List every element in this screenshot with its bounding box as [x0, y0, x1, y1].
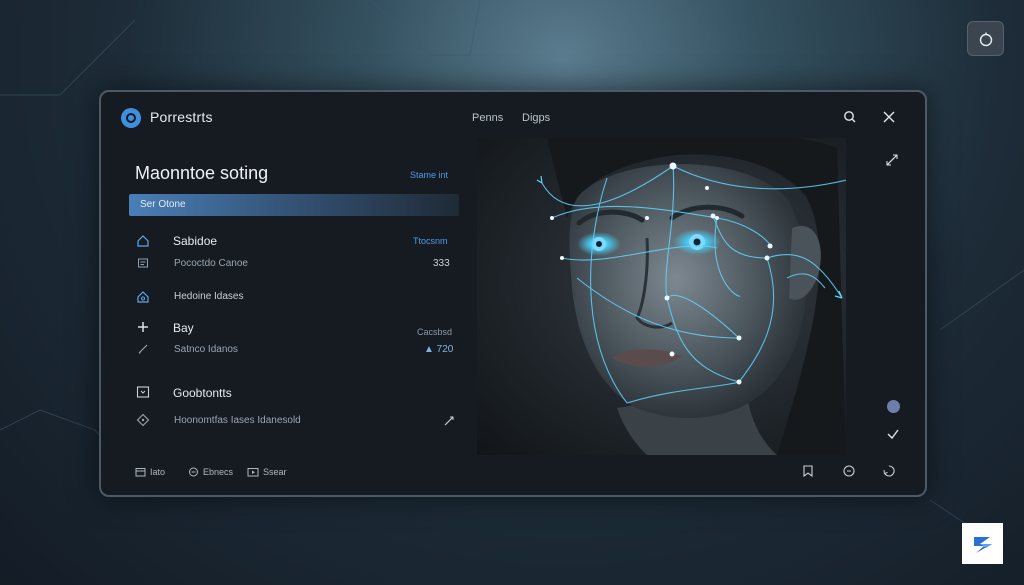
calendar-icon	[135, 468, 146, 477]
title-bar: Porrestrts Penns Digps	[101, 92, 925, 138]
logo-icon	[121, 108, 141, 128]
group-sabidoe-link[interactable]: Ttocsnm	[413, 236, 448, 246]
check-icon[interactable]	[885, 426, 901, 442]
group-sabidoe-sub-label: Pococtdo Canoe	[174, 258, 248, 269]
bottom-tab-ssear[interactable]: Ssear	[247, 467, 287, 477]
bottom-tab-ebnecs-label: Ebnecs	[203, 467, 234, 477]
group-sabidoe-sub-value: 333	[433, 258, 450, 269]
recycle-icon[interactable]	[881, 463, 897, 479]
section-title: Maonntoe soting	[135, 163, 269, 183]
circle-toggle-icon	[979, 32, 992, 46]
expand-icon[interactable]	[884, 152, 900, 168]
close-icon[interactable]	[880, 108, 898, 126]
group-goobtontts-sub-label: Hoonomtfas Iases Idanesold	[174, 415, 301, 426]
nav-item-penns[interactable]: Penns	[472, 112, 503, 124]
bottom-tab-ebnecs[interactable]: Ebnecs	[188, 467, 233, 477]
search-input[interactable]: Ser Otone	[129, 194, 459, 216]
home-icon	[136, 290, 150, 304]
link-icon	[189, 467, 198, 477]
brand-logo	[962, 523, 1003, 564]
face-scan-image	[477, 138, 846, 455]
nav-item-digps[interactable]: Digps	[522, 112, 550, 124]
search-placeholder: Ser Otone	[140, 199, 186, 210]
group-bay-label[interactable]: Bay	[173, 321, 194, 335]
diamond-icon	[136, 413, 150, 427]
face-illustration	[536, 138, 846, 455]
edit-icon[interactable]	[442, 414, 456, 428]
circle-toggle-button[interactable]	[967, 21, 1004, 56]
group-goobtontts-label[interactable]: Goobtontts	[173, 386, 232, 400]
chevron-box-icon	[136, 385, 150, 399]
group-sabidoe-label[interactable]: Sabidoe	[173, 234, 217, 248]
bottom-tab-iato-label: Iato	[150, 467, 166, 477]
bottom-tab-iato[interactable]: Iato	[135, 467, 165, 477]
home-icon	[136, 234, 150, 248]
bottom-tab-ssear-label: Ssear	[263, 467, 287, 477]
section-link[interactable]: Stame int	[410, 170, 448, 180]
bookmark-icon[interactable]	[800, 463, 816, 479]
group-bay-sub-label: Satnco Idanos	[174, 344, 238, 355]
plus-icon[interactable]	[136, 320, 150, 334]
group-bay-sub-value: ▲ 720	[424, 344, 454, 355]
pencil-icon[interactable]	[136, 342, 150, 356]
app-window: Porrestrts Penns Digps Maonntoe soting S…	[99, 90, 927, 497]
search-icon[interactable]	[841, 108, 859, 126]
group-hedoine-label[interactable]: Hedoine Idases	[174, 291, 244, 302]
right-rail	[846, 138, 925, 458]
timer-icon[interactable]	[841, 463, 857, 479]
document-icon	[136, 256, 150, 270]
play-box-icon	[247, 468, 259, 477]
status-dot[interactable]	[887, 400, 900, 413]
group-bay-note: Cacsbsd	[417, 327, 453, 337]
app-title: Porrestrts	[150, 109, 213, 125]
